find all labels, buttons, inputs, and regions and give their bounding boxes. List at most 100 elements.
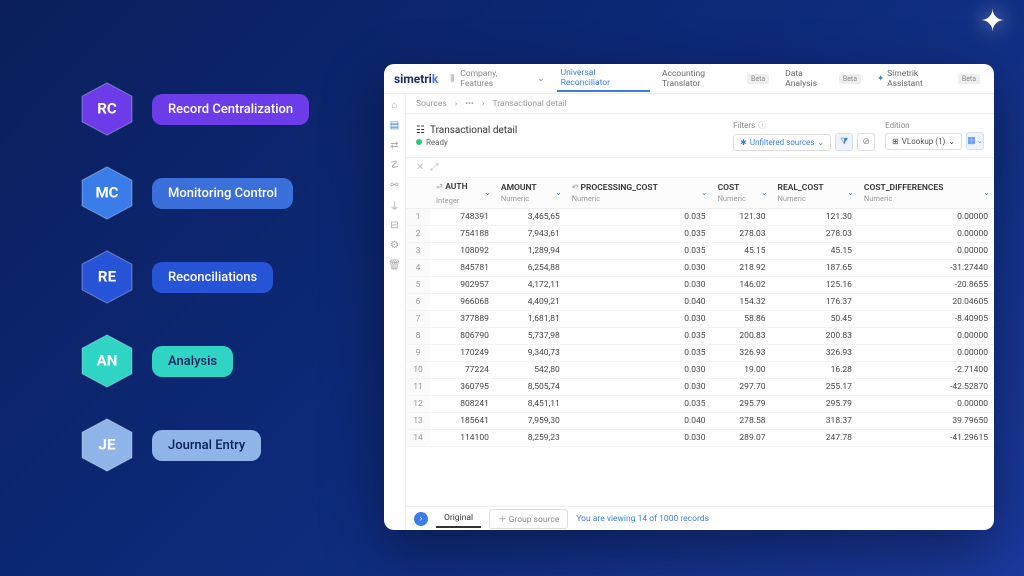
- cell: 0.035: [566, 226, 712, 243]
- svg-text:RC: RC: [97, 100, 117, 118]
- nav-label: Reconciliations: [152, 262, 273, 293]
- breadcrumb-root[interactable]: Sources: [416, 99, 447, 109]
- table-wrap[interactable]: ⮐AUTHInteger⌄AMOUNTNumeric⌄↶PROCESSING_C…: [406, 178, 994, 506]
- tab-original[interactable]: Original: [436, 510, 481, 528]
- product-nav: RCRecord Centralization MCMonitoring Cont…: [78, 80, 309, 474]
- footer-expand-button[interactable]: ›: [414, 512, 428, 526]
- cell: 4,409,21: [495, 294, 566, 311]
- cell: 77224: [430, 362, 495, 379]
- table-row[interactable]: 1077224542,800.03019.0016.28-2.71400: [406, 362, 994, 379]
- sparkle-icon: ✦: [877, 74, 884, 84]
- cell: 295.79: [712, 396, 772, 413]
- add-group-source-button[interactable]: ＋ Group source: [489, 509, 568, 529]
- col-auth[interactable]: ⮐AUTHInteger⌄: [430, 178, 495, 209]
- col-processing_cost[interactable]: ↶PROCESSING_COSTNumeric⌄: [566, 178, 712, 209]
- col-cost_differences[interactable]: COST_DIFFERENCESNumeric⌄: [858, 178, 994, 209]
- page-title-text: Transactional detail: [430, 125, 517, 136]
- top-tab-1[interactable]: Accounting TranslatorBeta: [658, 67, 773, 91]
- status-text: Ready: [426, 138, 448, 147]
- col-real_cost[interactable]: REAL_COSTNumeric⌄: [772, 178, 858, 209]
- logo-text-1: simetri: [394, 72, 432, 86]
- breadcrumb-ellipsis[interactable]: •••: [465, 99, 474, 109]
- cell: 0.00000: [858, 243, 994, 260]
- cell: 0.035: [566, 396, 712, 413]
- top-tab-3[interactable]: ✦Simetrik AssistantBeta: [873, 67, 984, 91]
- database-icon[interactable]: ⊟: [389, 220, 400, 231]
- table-row[interactable]: 113607958,505,740.030297.70255.17-42.528…: [406, 379, 994, 396]
- megaphone-icon[interactable]: ☡: [389, 160, 400, 171]
- expand-icon[interactable]: ⤢: [430, 162, 438, 173]
- cell: 146.02: [712, 277, 772, 294]
- info-icon[interactable]: ⓘ: [758, 120, 766, 131]
- nav-item-2[interactable]: REReconciliations: [78, 248, 309, 306]
- tab-label: Simetrik Assistant: [887, 69, 955, 89]
- cell: 58.86: [712, 311, 772, 328]
- table-row[interactable]: 27541887,943,610.035278.03278.030.00000: [406, 226, 994, 243]
- cell: 121.30: [772, 209, 858, 226]
- nav-item-0[interactable]: RCRecord Centralization: [78, 80, 309, 138]
- clear-icon[interactable]: ✕: [416, 162, 424, 173]
- table-row[interactable]: 69660684,409,210.040154.32176.3720.04605: [406, 294, 994, 311]
- table-row[interactable]: 59029574,172,110.030146.02125.16-20.8655: [406, 277, 994, 294]
- table-row[interactable]: 128082418,451,110.035295.79295.790.00000: [406, 396, 994, 413]
- filter-sources-button[interactable]: ✱Unfiltered sources⌄: [733, 134, 831, 151]
- table-row[interactable]: 17483913,465,650.035121.30121.300.00000: [406, 209, 994, 226]
- list-icon[interactable]: ▤: [389, 120, 400, 131]
- svg-text:JE: JE: [99, 436, 116, 454]
- swap-icon[interactable]: ⇄: [389, 140, 400, 151]
- cell: 845781: [430, 260, 495, 277]
- table-row[interactable]: 48457816,254,880.030218.92187.65-31.2744…: [406, 260, 994, 277]
- col-icon: ⮐: [436, 182, 443, 191]
- chevron-down-icon[interactable]: ⌄: [983, 188, 990, 197]
- cell: 748391: [430, 209, 495, 226]
- cell: 39.79650: [858, 413, 994, 430]
- row-number: 9: [406, 345, 430, 362]
- cell: 377889: [430, 311, 495, 328]
- edition-grid-button[interactable]: ▦⌄: [966, 132, 984, 150]
- plug-icon[interactable]: ⏚: [389, 200, 400, 211]
- chevron-down-icon[interactable]: ⌄: [701, 188, 708, 197]
- cell: 8,451,11: [495, 396, 566, 413]
- top-tab-0[interactable]: Universal Reconciliator: [557, 66, 650, 92]
- cell: 7,959,30: [495, 413, 566, 430]
- cell: 326.93: [712, 345, 772, 362]
- col-cost[interactable]: COSTNumeric⌄: [712, 178, 772, 209]
- cell: 7,943,61: [495, 226, 566, 243]
- cell: 966068: [430, 294, 495, 311]
- company-selector-label: Company, Features: [460, 69, 531, 89]
- row-number: 2: [406, 226, 430, 243]
- nav-label: Journal Entry: [152, 430, 261, 461]
- nav-item-4[interactable]: JE Journal Entry: [78, 416, 309, 474]
- col-icon: ↶: [572, 183, 579, 192]
- chevron-right-icon: ›: [455, 99, 458, 109]
- cell: 121.30: [712, 209, 772, 226]
- vlookup-button[interactable]: ⊞VLookup (1)⌄: [885, 133, 962, 150]
- table-row[interactable]: 88067905,737,980.035200.83200.830.00000: [406, 328, 994, 345]
- chevron-down-icon[interactable]: ⌄: [847, 188, 854, 197]
- cell: -42.52870: [858, 379, 994, 396]
- table-row[interactable]: 91702499,340,730.035326.93326.930.00000: [406, 345, 994, 362]
- filter-funnel-button[interactable]: ⧩: [835, 133, 853, 151]
- cell: -20.8655: [858, 277, 994, 294]
- cell: 154.32: [712, 294, 772, 311]
- table-row[interactable]: 131856417,959,300.040278.58318.3739.7965…: [406, 413, 994, 430]
- nav-item-3[interactable]: ANAnalysis: [78, 332, 309, 390]
- top-tab-2[interactable]: Data AnalysisBeta: [781, 67, 865, 91]
- table-row[interactable]: 73778891,681,810.03058.8650.45-8.40905: [406, 311, 994, 328]
- link-icon[interactable]: ⚯: [389, 180, 400, 191]
- company-selector[interactable]: ⫼ Company, Features ⌄: [450, 69, 544, 89]
- home-icon[interactable]: ⌂: [389, 100, 400, 111]
- gear-icon[interactable]: ⚙: [389, 240, 400, 251]
- cell: 0.035: [566, 345, 712, 362]
- table-row[interactable]: 31080921,289,940.03545.1545.150.00000: [406, 243, 994, 260]
- cell: 0.035: [566, 243, 712, 260]
- nav-item-1[interactable]: MCMonitoring Control: [78, 164, 309, 222]
- table-row[interactable]: 141141008,259,230.030289.07247.78-41.296…: [406, 430, 994, 447]
- col-amount[interactable]: AMOUNTNumeric⌄: [495, 178, 566, 209]
- chevron-down-icon[interactable]: ⌄: [761, 188, 768, 197]
- cell: 45.15: [772, 243, 858, 260]
- chevron-down-icon[interactable]: ⌄: [555, 188, 562, 197]
- filter-hide-button[interactable]: ⊘: [857, 133, 875, 151]
- chevron-down-icon[interactable]: ⌄: [484, 188, 491, 197]
- trash-icon[interactable]: 🗑: [389, 260, 400, 271]
